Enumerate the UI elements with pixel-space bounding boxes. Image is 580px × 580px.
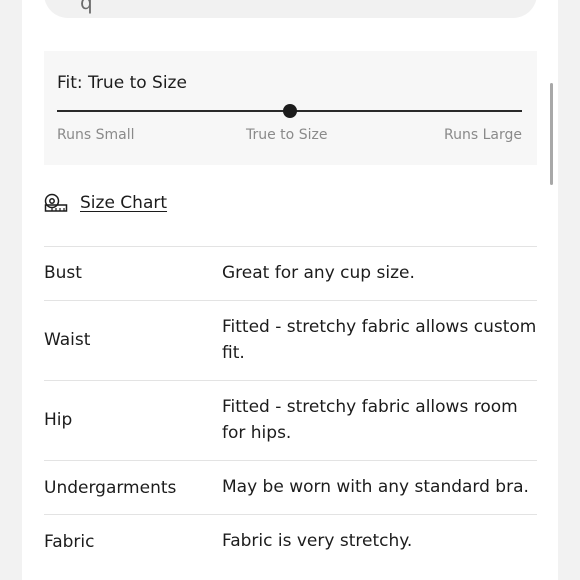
table-row-undergarments: Undergarments May be worn with any stand… <box>44 460 537 515</box>
row-value: Fitted - stretchy fabric allows room for… <box>222 397 518 443</box>
row-value: Great for any cup size. <box>222 263 415 283</box>
fit-label-runs-small: Runs Small <box>57 127 135 143</box>
scrollbar[interactable] <box>550 83 553 185</box>
size-chart-link[interactable]: Size Chart <box>44 193 167 213</box>
row-key: Waist <box>44 330 91 350</box>
fit-label-true-to-size: True to Size <box>246 127 328 143</box>
table-row-waist: Waist Fitted - stretchy fabric allows cu… <box>44 300 537 381</box>
fit-title: Fit: True to Size <box>57 73 187 93</box>
product-details-panel: q Fit: True to Size Runs Small True to S… <box>22 0 558 580</box>
measuring-tape-icon <box>44 193 68 212</box>
row-value: Fitted - stretchy fabric allows custom f… <box>222 317 537 363</box>
row-key: Fabric <box>44 532 95 552</box>
fit-slider-thumb <box>282 104 297 118</box>
top-input-field[interactable]: q <box>44 0 537 18</box>
row-key: Undergarments <box>44 478 177 498</box>
row-value: May be worn with any standard bra. <box>222 477 529 497</box>
table-row-hip: Hip Fitted - stretchy fabric allows room… <box>44 380 537 461</box>
row-key: Hip <box>44 410 73 430</box>
size-chart-label[interactable]: Size Chart <box>80 193 167 213</box>
fit-indicator: Fit: True to Size Runs Small True to Siz… <box>44 51 537 165</box>
fit-label-runs-large: Runs Large <box>444 127 522 143</box>
table-row-bust: Bust Great for any cup size. <box>44 246 537 301</box>
table-row-fabric: Fabric Fabric is very stretchy. <box>44 514 537 571</box>
row-value: Fabric is very stretchy. <box>222 531 413 551</box>
input-glyph: q <box>80 0 93 14</box>
row-key: Bust <box>44 263 82 283</box>
